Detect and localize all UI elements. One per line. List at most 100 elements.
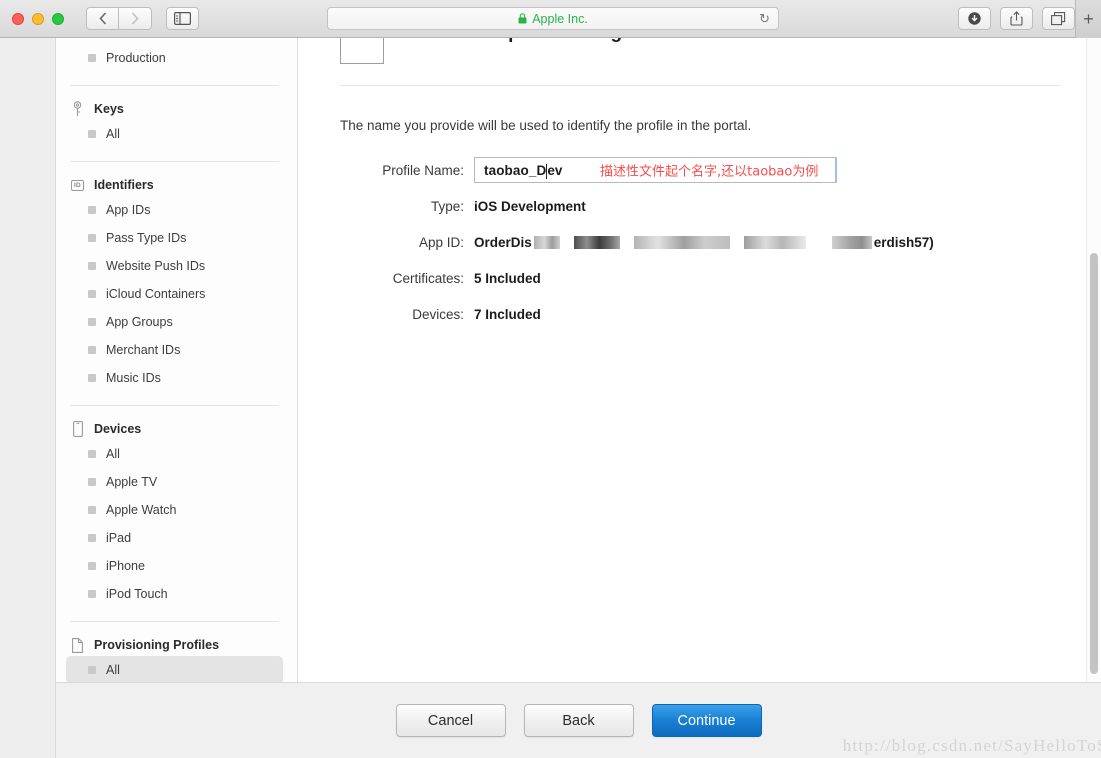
sidebar-item-label: iPod Touch (106, 587, 168, 601)
app-id-label: App ID: (418, 234, 464, 250)
form-row-profile-name: Profile Name: taobao_D ev 描述性文件起个名字,还以tao… (340, 157, 1101, 183)
continue-button[interactable]: Continue (651, 704, 762, 737)
sidebar-item-ipod-touch[interactable]: iPod Touch (66, 580, 283, 608)
key-icon (70, 101, 85, 117)
form-row-app-id: App ID: OrderDis erdish57) (340, 229, 1101, 255)
id-icon: ID (70, 179, 85, 191)
app-id-prefix: OrderDis (474, 234, 532, 250)
form-row-certificates: Certificates: 5 Included (340, 265, 1101, 291)
bullet-icon (88, 590, 96, 598)
forward-button[interactable] (119, 7, 152, 30)
bullet-icon (88, 130, 96, 138)
sidebar-item-app-groups[interactable]: App Groups (66, 308, 283, 336)
text-caret (546, 163, 548, 179)
form-row-devices: Devices: 7 Included (340, 301, 1101, 327)
app-id-value: OrderDis erdish57) (474, 235, 934, 250)
form-intro-text: The name you provide will be used to ide… (340, 118, 752, 133)
sidebar-item-label: Merchant IDs (106, 343, 181, 357)
sidebar-item-label: iPad (106, 531, 132, 545)
redacted-block (533, 235, 560, 249)
navigation-buttons (86, 7, 152, 30)
bullet-icon (88, 562, 96, 570)
sidebar-item-label: Website Push IDs (106, 259, 206, 273)
cancel-button[interactable]: Cancel (395, 704, 506, 737)
app-id-suffix: erdish57) (873, 234, 934, 250)
sidebar-item-iphone[interactable]: iPhone (66, 552, 283, 580)
minimize-window-button[interactable] (32, 12, 44, 25)
sidebar-item-label: Apple Watch (106, 503, 177, 517)
page-viewport: Development Production (0, 38, 1101, 758)
back-button[interactable]: Back (523, 704, 634, 737)
sidebar-item-label: All (106, 447, 120, 461)
profile-name-input[interactable]: taobao_D ev 描述性文件起个名字,还以taobao为例 (474, 157, 837, 183)
sidebar-item-label: All (106, 127, 120, 141)
certificates-label: Certificates: (392, 270, 464, 286)
sidebar-item-ipad[interactable]: iPad (66, 524, 283, 552)
sidebar-inner: Development Production (56, 38, 297, 682)
sidebar-item-label: App IDs (106, 203, 151, 217)
share-icon[interactable] (1000, 7, 1033, 30)
broken-image-placeholder-icon (340, 38, 384, 64)
close-window-button[interactable] (12, 12, 24, 25)
new-tab-button[interactable]: + (1075, 0, 1101, 38)
bullet-icon (88, 534, 96, 542)
sidebar-section-provisioning-profiles: Provisioning Profiles (56, 634, 297, 656)
section-divider (340, 85, 1061, 86)
scrollbar-thumb[interactable] (1090, 253, 1098, 674)
sidebar-item-label: All (106, 663, 120, 677)
reload-icon[interactable]: ↻ (759, 11, 770, 27)
address-bar-text: Apple Inc. (532, 11, 588, 26)
sidebar-item-website-push-ids[interactable]: Website Push IDs (66, 252, 283, 280)
browser-toolbar: Apple Inc. ↻ + (0, 0, 1101, 38)
sidebar-item-label: Pass Type IDs (106, 231, 187, 245)
downloads-icon[interactable] (958, 7, 991, 30)
sidebar-item-label: Apple TV (106, 475, 158, 489)
show-tabs-icon[interactable] (1042, 7, 1075, 30)
portal-sidebar: Development Production (56, 38, 298, 682)
sidebar-section-identifiers: ID Identifiers (56, 174, 297, 196)
bullet-icon (88, 478, 96, 486)
back-button[interactable] (86, 7, 119, 30)
page-title: Name this profile and generate. (412, 38, 695, 44)
window-gutter (0, 38, 55, 758)
sidebar-divider (70, 405, 279, 406)
sidebar-divider (70, 85, 279, 86)
sidebar-toggle-icon[interactable] (166, 7, 199, 30)
sidebar-section-title: Provisioning Profiles (94, 638, 220, 652)
certificates-value: 5 Included (474, 270, 541, 286)
sidebar-item-apple-watch[interactable]: Apple Watch (66, 496, 283, 524)
profile-name-value: taobao_D (484, 162, 547, 178)
sidebar-item-keys-all[interactable]: All (66, 120, 283, 148)
bullet-icon (88, 506, 96, 514)
profile-name-label: Profile Name: (382, 162, 464, 178)
sidebar-item-merchant-ids[interactable]: Merchant IDs (66, 336, 283, 364)
document-icon (70, 637, 85, 653)
redacted-block (573, 235, 620, 249)
form-row-type: Type: iOS Development (340, 193, 1101, 219)
sidebar-item-pass-type-ids[interactable]: Pass Type IDs (66, 224, 283, 252)
sidebar-item-icloud-containers[interactable]: iCloud Containers (66, 280, 283, 308)
redacted-block (633, 235, 730, 249)
profile-form-panel: Name this profile and generate. The name… (298, 38, 1101, 682)
type-label: Type: (430, 198, 464, 214)
sidebar-section-devices: Devices (56, 418, 297, 440)
sidebar-item-production[interactable]: Production (66, 44, 283, 72)
page-main: Development Production (56, 38, 1101, 682)
sidebar-item-apple-tv[interactable]: Apple TV (66, 468, 283, 496)
sidebar-item-profiles-all[interactable]: All (66, 656, 283, 682)
sidebar-item-app-ids[interactable]: App IDs (66, 196, 283, 224)
sidebar-item-devices-all[interactable]: All (66, 440, 283, 468)
heading-row: Name this profile and generate. (340, 38, 1101, 64)
bullet-icon (88, 450, 96, 458)
sidebar-item-label: Music IDs (106, 371, 161, 385)
bullet-icon (88, 234, 96, 242)
page-scrollbar[interactable] (1086, 38, 1101, 682)
zoom-window-button[interactable] (52, 12, 64, 25)
address-bar[interactable]: Apple Inc. ↻ (327, 7, 779, 30)
redacted-block (743, 235, 806, 249)
form-action-bar: Cancel Back Continue http://blog.csdn.ne… (56, 682, 1101, 758)
site-identity: Apple Inc. (518, 12, 588, 26)
sidebar-item-label: App Groups (106, 315, 173, 329)
sidebar-section-title: Identifiers (94, 178, 154, 192)
sidebar-item-music-ids[interactable]: Music IDs (66, 364, 283, 392)
